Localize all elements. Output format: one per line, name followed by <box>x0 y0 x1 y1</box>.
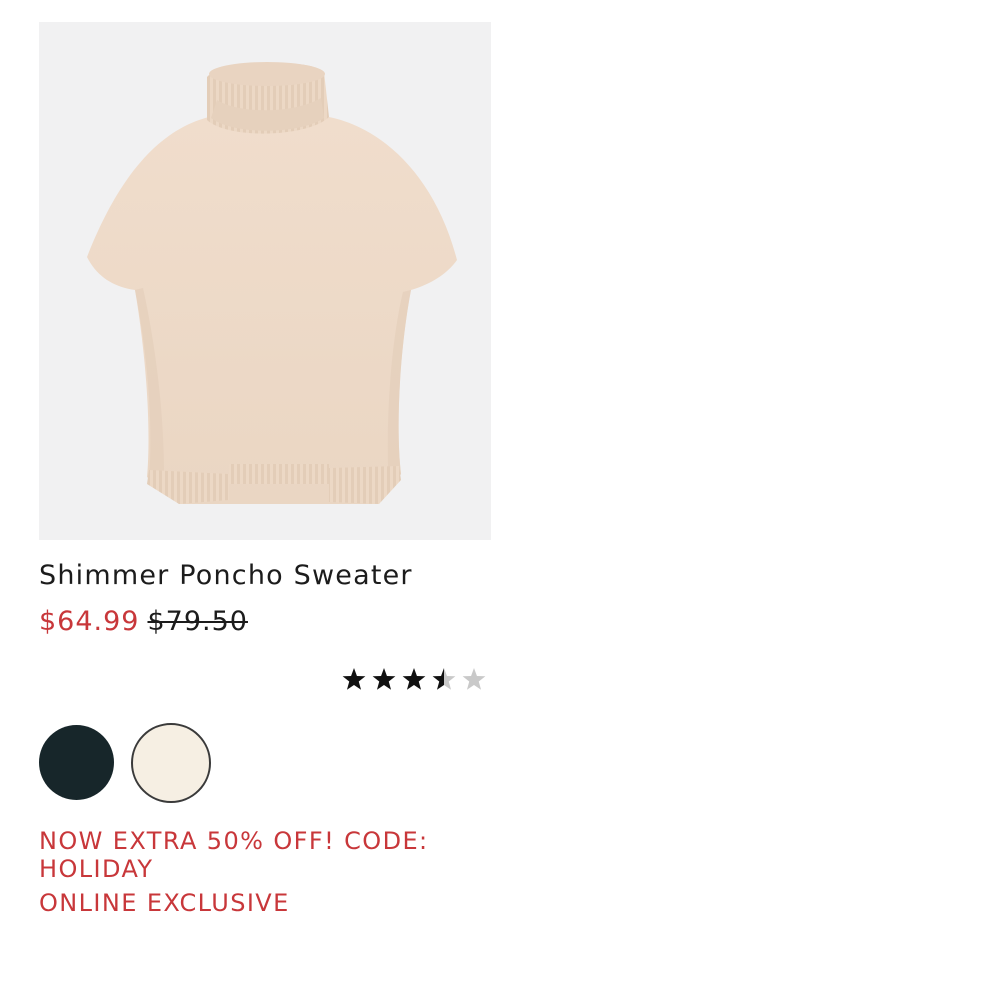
product-image[interactable] <box>39 22 491 540</box>
star-icon <box>372 668 396 690</box>
price-row: $64.99 $79.50 <box>39 606 491 638</box>
rating-stars-icon <box>342 668 486 690</box>
star-icon <box>462 668 486 690</box>
poncho-sweater-image <box>87 62 457 504</box>
promo-text: NOW EXTRA 50% OFF! CODE: HOLIDAY <box>39 827 429 883</box>
star-icon <box>432 668 456 690</box>
color-swatch-dark[interactable] <box>39 725 114 800</box>
star-icon <box>402 668 426 690</box>
color-swatches <box>39 723 239 803</box>
star-icon <box>342 668 366 690</box>
product-name[interactable]: Shimmer Poncho Sweater <box>39 560 491 592</box>
online-exclusive-badge: ONLINE EXCLUSIVE <box>39 889 290 917</box>
color-swatch-cream[interactable] <box>131 723 211 803</box>
star-rating[interactable] <box>340 663 490 697</box>
sale-price: $64.99 <box>39 606 140 637</box>
original-price: $79.50 <box>147 606 248 637</box>
product-card[interactable]: Shimmer Poncho Sweater $64.99 $79.50 NOW … <box>39 22 491 917</box>
